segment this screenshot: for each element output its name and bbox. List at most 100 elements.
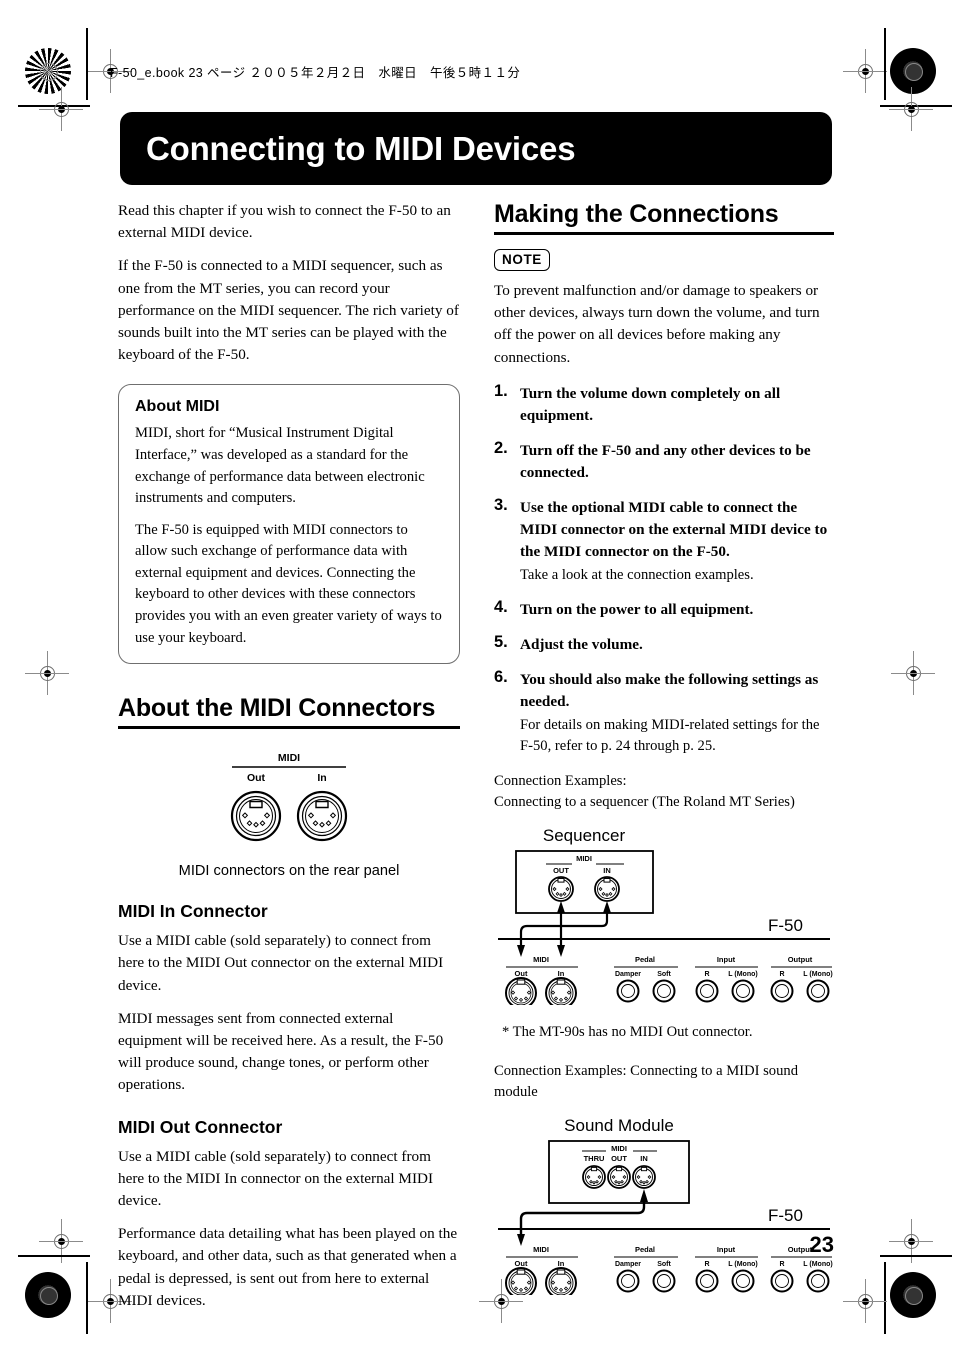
sound-module-jack-label-thru: THRU	[584, 1154, 605, 1163]
sound-module-group-label-midi: MIDI	[611, 1144, 627, 1153]
panel-din-jack-out-icon	[505, 976, 537, 1009]
sound-module-device-title: Sound Module	[564, 1116, 674, 1135]
panel-jack-label-input-r: R	[704, 971, 709, 978]
cable-arrow-down-to-f50-out	[517, 944, 525, 957]
figure-jack-label-in: In	[317, 772, 326, 784]
step-item-3: 3. Use the optional MIDI cable to connec…	[494, 496, 834, 586]
panel-jack-label-input-l: L (Mono)	[728, 971, 757, 978]
note-text: To prevent malfunction and/or damage to …	[494, 282, 820, 366]
panel-din-jack-in-icon	[545, 1267, 577, 1300]
right-column: Making the Connections NOTE To prevent m…	[494, 200, 834, 1300]
panel-jack-label-output-r: R	[779, 1261, 784, 1268]
step-text: Turn off the F-50 and any other devices …	[520, 441, 811, 481]
step-text: Use the optional MIDI cable to connect t…	[520, 498, 828, 560]
subheading-midi-out-connector: MIDI Out Connector	[118, 1116, 283, 1137]
din-jack-in-icon	[296, 791, 348, 842]
about-midi-heading: About MIDI	[135, 398, 220, 416]
panel-group-label-midi: MIDI	[533, 955, 549, 964]
sound-module-connection-svg: Sound Module MIDI THRU OUT IN F-50 MIDI …	[498, 1116, 833, 1300]
sequencer-connection-svg: Sequencer MIDI OUT IN F-50 MIDI Out In P…	[498, 826, 833, 1009]
sound-module-jack-label-out: OUT	[611, 1154, 627, 1163]
sound-module-jack-label-in: IN	[640, 1154, 648, 1163]
step-text: You should also make the following setti…	[520, 671, 819, 711]
about-connectors-section: About the MIDI Connectors	[118, 694, 460, 730]
panel-jack-label-soft: Soft	[657, 971, 671, 978]
figure-jack-label-out: Out	[247, 772, 266, 784]
intro-paragraph-1: Read this chapter if you wish to connect…	[118, 202, 451, 242]
panel-jack-label-midi-out: Out	[515, 969, 528, 978]
sound-module-connection-figure: Sound Module MIDI THRU OUT IN F-50 MIDI …	[494, 1115, 834, 1300]
sequencer-connection-figure: Sequencer MIDI OUT IN F-50 MIDI Out In P…	[494, 825, 834, 1010]
step-item-4: 4. Turn on the power to all equipment.	[494, 598, 834, 621]
note-badge: NOTE	[494, 249, 550, 271]
midi-in-paragraph-2: MIDI messages sent from connected extern…	[118, 1009, 444, 1094]
din-jack-out-icon	[230, 791, 282, 842]
sequencer-device-title: Sequencer	[543, 826, 626, 845]
page-number: 23	[809, 1232, 834, 1257]
step-number: 4.	[494, 598, 508, 617]
step-text: Turn on the power to all equipment.	[520, 601, 754, 619]
f50-panel-group-pedal: Pedal Damper Soft	[614, 955, 678, 1003]
panel-din-jack-out-icon	[505, 1267, 537, 1300]
about-midi-paragraph-2: The F-50 is equipped with MIDI connector…	[135, 521, 442, 646]
sequencer-figure-unit-label: F-50	[768, 916, 803, 935]
rear-panel-midi-figure: MIDI Out In MIDI connectors on the rear …	[118, 747, 460, 879]
f50-panel-group-output: Output R L (Mono)	[770, 955, 833, 1003]
figure-group-label-midi: MIDI	[278, 752, 300, 764]
panel-jack-label-damper: Damper	[615, 971, 641, 978]
f50-panel-group-midi: MIDI Out In	[505, 955, 578, 1009]
print-header-text: F-50_e.book 23 ページ ２００５年２月２日 水曜日 午後５時１１分	[110, 66, 521, 80]
panel-group-label-midi: MIDI	[533, 1245, 549, 1254]
sequencer-footnote: * The MT-90s has no MIDI Out connector.	[502, 1023, 753, 1040]
f50-panel-group-pedal-2: Pedal Damper Soft	[614, 1245, 678, 1293]
connection-examples-sequencer-label: Connecting to a sequencer (The Roland MT…	[494, 793, 795, 810]
connection-examples-label: Connection Examples:	[494, 772, 627, 789]
sound-module-din-jack-thru-icon	[582, 1165, 606, 1190]
left-column: Read this chapter if you wish to connect…	[118, 200, 460, 1323]
sequencer-group-label-midi: MIDI	[576, 854, 592, 863]
step-subtext: Take a look at the connection examples.	[520, 566, 754, 583]
step-number: 5.	[494, 633, 508, 652]
panel-jack-label-soft: Soft	[657, 1261, 671, 1268]
step-item-1: 1. Turn the volume down completely on al…	[494, 381, 834, 427]
midi-out-paragraph-2: Performance data detailing what has been…	[118, 1225, 458, 1309]
intro-paragraph-2: If the F-50 is connected to a MIDI seque…	[118, 257, 459, 364]
panel-group-label-pedal: Pedal	[635, 955, 655, 964]
midi-out-paragraph-1: Use a MIDI cable (sold separately) to co…	[118, 1147, 434, 1209]
sequencer-jack-label-out: OUT	[553, 866, 569, 875]
about-midi-callout: About MIDI MIDI, short for “Musical Inst…	[118, 384, 460, 665]
midi-in-paragraph-1: Use a MIDI cable (sold separately) to co…	[118, 932, 444, 994]
panel-group-label-pedal: Pedal	[635, 1245, 655, 1254]
sound-module-din-jack-in-icon	[632, 1165, 656, 1190]
cable-arrow-down-to-f50-in	[557, 944, 565, 957]
step-number: 2.	[494, 438, 508, 457]
step-number: 1.	[494, 381, 508, 400]
section-heading-about-connectors: About the MIDI Connectors	[118, 694, 460, 730]
page-title: Connecting to MIDI Devices	[146, 129, 576, 167]
panel-group-label-input: Input	[717, 955, 736, 964]
panel-jack-label-output-l: L (Mono)	[803, 1261, 832, 1268]
f50-panel-group-midi-2: MIDI Out In	[505, 1245, 578, 1300]
panel-jack-label-input-l: L (Mono)	[728, 1261, 757, 1268]
step-number: 6.	[494, 668, 508, 687]
step-item-6: 6. You should also make the following se…	[494, 668, 834, 757]
step-text: Adjust the volume.	[520, 636, 643, 654]
sequencer-din-jack-in-icon	[594, 875, 620, 902]
chapter-title-bar: Connecting to MIDI Devices	[120, 112, 832, 185]
step-subtext: For details on making MIDI-related setti…	[520, 717, 820, 755]
step-text: Turn the volume down completely on all e…	[520, 384, 781, 424]
panel-group-label-input: Input	[717, 1245, 736, 1254]
panel-jack-label-damper: Damper	[615, 1261, 641, 1268]
subheading-midi-in-connector: MIDI In Connector	[118, 901, 268, 922]
panel-group-label-output: Output	[788, 955, 813, 964]
panel-jack-label-input-r: R	[704, 1261, 709, 1268]
connection-examples-sound-module-label: Connection Examples: Connecting to a MID…	[494, 1063, 798, 1101]
sound-module-figure-unit-label: F-50	[768, 1206, 803, 1225]
sequencer-jack-label-in: IN	[603, 866, 611, 875]
panel-jack-label-midi-out: Out	[515, 1259, 528, 1268]
panel-jack-label-midi-in: In	[558, 1259, 565, 1268]
f50-panel-group-input: Input R L (Mono)	[695, 955, 758, 1003]
sequencer-din-jack-out-icon	[548, 875, 574, 902]
panel-jack-label-output-r: R	[779, 971, 784, 978]
step-item-2: 2. Turn off the F-50 and any other devic…	[494, 438, 834, 484]
